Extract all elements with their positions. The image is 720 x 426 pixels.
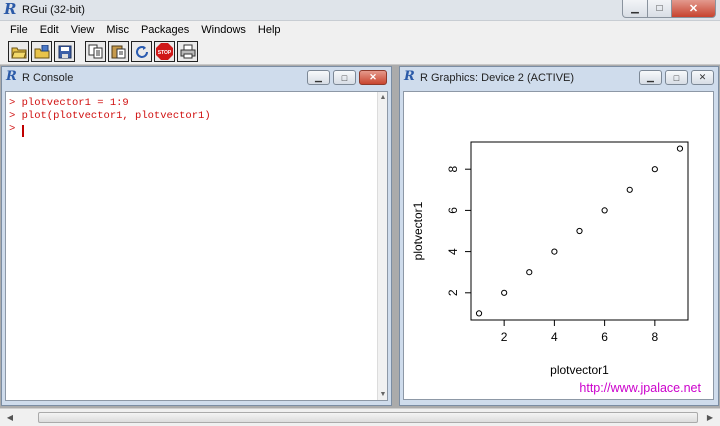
maximize-button[interactable]: □ — [648, 0, 672, 18]
menu-view[interactable]: View — [65, 24, 101, 36]
print-icon — [180, 44, 195, 59]
x-tick-label: 8 — [652, 330, 659, 344]
console-line: > plot(plotvector1, plotvector1) — [9, 110, 211, 122]
console-maximize-button[interactable]: □ — [333, 70, 356, 85]
scroll-left-icon[interactable]: ◀ — [4, 412, 16, 424]
console-output[interactable]: > plotvector1 = 1:9 > plot(plotvector1, … — [5, 91, 388, 401]
open-script-icon — [10, 47, 27, 58]
copy-icon — [88, 44, 102, 59]
stop-button[interactable]: STOP — [154, 41, 175, 62]
scatter-plot: 2 4 6 8 2 4 6 8 plotvector1 plotvector1 — [411, 141, 689, 377]
paste-icon — [111, 45, 125, 59]
graphics-minimize-button[interactable]: ▁ — [639, 70, 662, 85]
y-tick-label: 8 — [446, 166, 460, 173]
menu-bar: File Edit View Misc Packages Windows Hel… — [0, 21, 720, 39]
menu-help[interactable]: Help — [252, 24, 287, 36]
graphics-close-button[interactable]: ✕ — [691, 70, 714, 85]
console-window-controls: ▁ □ ✕ — [307, 70, 387, 85]
print-button[interactable] — [177, 41, 198, 62]
x-tick-label: 4 — [551, 330, 558, 344]
plot-canvas: 2 4 6 8 2 4 6 8 plotvector1 plotvector1 http://ww… — [403, 91, 714, 400]
y-tick-label: 4 — [446, 248, 460, 255]
data-point — [576, 227, 583, 235]
scroll-right-icon[interactable]: ▶ — [704, 412, 716, 424]
graphics-window-controls: ▁ □ ✕ — [639, 70, 714, 85]
refresh-button[interactable] — [131, 41, 152, 62]
data-point — [626, 186, 633, 193]
stop-label: STOP — [158, 50, 172, 56]
toolbar: STOP — [0, 39, 720, 65]
y-tick-label: 2 — [446, 289, 460, 296]
menu-misc[interactable]: Misc — [100, 24, 135, 36]
console-close-button[interactable]: ✕ — [359, 70, 387, 85]
save-button[interactable] — [54, 41, 75, 62]
refresh-icon — [135, 45, 148, 58]
workspace-horizontal-scrollbar[interactable]: ◀ ▶ — [0, 408, 720, 426]
x-axis-label: plotvector1 — [550, 363, 609, 377]
console-title-bar[interactable]: R R Console ▁ □ ✕ — [2, 67, 391, 89]
graphics-maximize-button[interactable]: □ — [665, 70, 688, 85]
open-script-button[interactable] — [8, 41, 29, 62]
app-title-bar[interactable]: R RGui (32-bit) ▁ □ ✕ — [0, 0, 720, 21]
menu-packages[interactable]: Packages — [135, 24, 195, 36]
minimize-button[interactable]: ▁ — [622, 0, 648, 18]
graphics-title-bar[interactable]: R R Graphics: Device 2 (ACTIVE) ▁ □ ✕ — [400, 67, 718, 89]
console-title: R Console — [22, 72, 74, 84]
graphics-title: R Graphics: Device 2 (ACTIVE) — [420, 72, 575, 84]
r-logo-icon: R — [4, 0, 17, 18]
scroll-down-icon[interactable]: ▼ — [379, 390, 387, 399]
r-logo-icon: R — [6, 69, 17, 84]
stop-icon: STOP — [156, 43, 173, 60]
window-controls: ▁ □ ✕ — [622, 0, 716, 18]
menu-file[interactable]: File — [4, 24, 34, 36]
data-point — [475, 310, 483, 317]
graphics-window[interactable]: R R Graphics: Device 2 (ACTIVE) ▁ □ ✕ 2 4… — [399, 66, 719, 406]
data-point — [526, 269, 533, 276]
data-point — [676, 145, 684, 152]
copy-button[interactable] — [85, 41, 106, 62]
console-prompt: > — [9, 123, 16, 135]
x-tick-label: 2 — [501, 330, 508, 344]
y-axis-label: plotvector1 — [411, 201, 425, 260]
scrollbar-thumb[interactable] — [38, 412, 698, 423]
data-point — [601, 207, 608, 214]
console-line: > plotvector1 = 1:9 — [9, 97, 129, 109]
console-scrollbar[interactable]: ▲ ▼ — [377, 92, 387, 400]
console-window[interactable]: R R Console ▁ □ ✕ > plotvector1 = 1:9 > … — [1, 66, 392, 406]
paste-button[interactable] — [108, 41, 129, 62]
x-tick-label: 6 — [601, 330, 608, 344]
close-button[interactable]: ✕ — [672, 0, 716, 18]
load-workspace-icon — [34, 44, 49, 58]
menu-windows[interactable]: Windows — [195, 24, 252, 36]
plot-frame — [470, 141, 689, 321]
save-icon — [58, 45, 71, 58]
data-point — [651, 166, 658, 173]
menu-edit[interactable]: Edit — [34, 24, 65, 36]
console-minimize-button[interactable]: ▁ — [307, 70, 330, 85]
data-point — [501, 289, 508, 296]
scroll-up-icon[interactable]: ▲ — [379, 93, 387, 102]
text-cursor — [22, 125, 24, 137]
data-point — [551, 248, 558, 255]
load-workspace-button[interactable] — [31, 41, 52, 62]
app-title: RGui (32-bit) — [22, 4, 85, 16]
r-logo-icon: R — [404, 69, 415, 84]
y-tick-label: 6 — [446, 207, 460, 214]
watermark-url: http://www.jpalace.net — [579, 381, 701, 395]
mdi-workspace: R R Console ▁ □ ✕ > plotvector1 = 1:9 > … — [0, 65, 720, 408]
